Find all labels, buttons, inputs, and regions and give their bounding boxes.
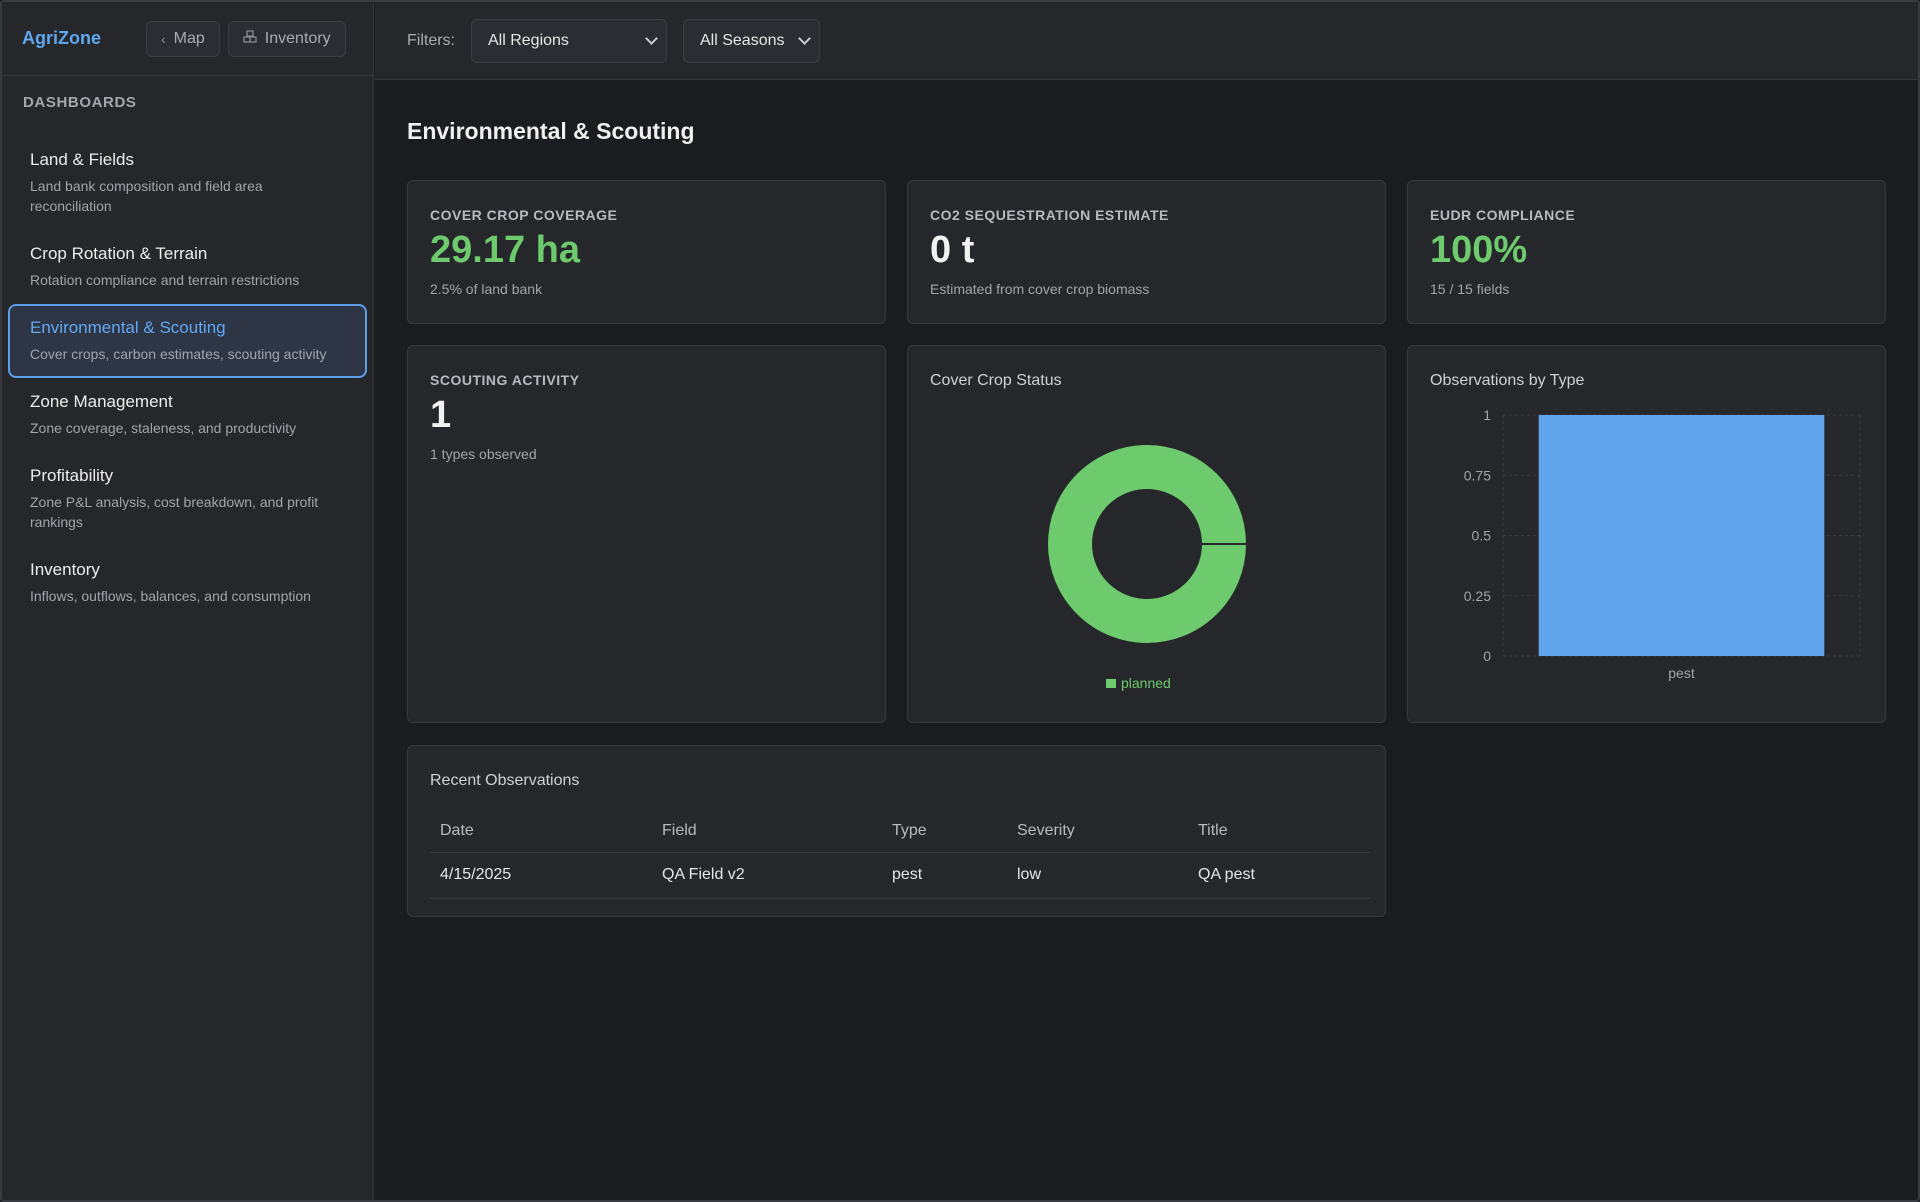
y-tick-label: 0 bbox=[1483, 648, 1491, 664]
chevron-left-icon: ‹ bbox=[161, 30, 166, 47]
y-tick-label: 0.75 bbox=[1464, 467, 1491, 483]
sidebar-item-desc: Inflows, outflows, balances, and consump… bbox=[30, 588, 311, 604]
sidebar-item-desc: Land bank composition and field area rec… bbox=[30, 178, 263, 214]
cell-field: QA Field v2 bbox=[652, 852, 882, 899]
bar-pest[interactable] bbox=[1538, 415, 1825, 656]
stat-value: 0 t bbox=[930, 229, 975, 271]
boxes-icon-svg bbox=[243, 30, 257, 43]
bar-bars bbox=[1538, 415, 1825, 656]
chevron-down-icon bbox=[798, 31, 811, 45]
stat-card-cover-crop: COVER CROP COVERAGE 29.17 ha 2.5% of lan… bbox=[407, 180, 886, 324]
sidebar-item-desc: Cover crops, carbon estimates, scouting … bbox=[30, 346, 327, 362]
stat-card-eudr: EUDR COMPLIANCE 100% 15 / 15 fields bbox=[1407, 180, 1886, 324]
sidebar-item-profitability[interactable]: Profitability Zone P&L analysis, cost br… bbox=[8, 452, 367, 546]
donut-slice-planned[interactable] bbox=[1048, 445, 1246, 643]
cell-severity: low bbox=[1007, 852, 1188, 899]
legend-swatch-planned bbox=[1106, 679, 1116, 688]
sidebar-item-land-fields[interactable]: Land & Fields Land bank composition and … bbox=[8, 136, 367, 230]
stat-label: CO2 SEQUESTRATION ESTIMATE bbox=[930, 207, 1169, 223]
donut-slices bbox=[1048, 445, 1246, 643]
stat-subtext: 1 types observed bbox=[430, 446, 537, 462]
app-window: AgriZone ‹ Map Inventory DASHBOARDS Land bbox=[0, 0, 1920, 1202]
map-button-label: Map bbox=[173, 29, 205, 47]
sidebar-item-inventory[interactable]: Inventory Inflows, outflows, balances, a… bbox=[8, 546, 367, 620]
filters-label: Filters: bbox=[407, 31, 455, 49]
table-header-row: Date Field Type Severity Title bbox=[430, 810, 1370, 853]
stat-label: EUDR COMPLIANCE bbox=[1430, 207, 1576, 223]
table-title: Recent Observations bbox=[430, 772, 580, 789]
recent-observations-card: Recent Observations Date Field Type Seve… bbox=[407, 745, 1386, 917]
stat-subtext: Estimated from cover crop biomass bbox=[930, 281, 1150, 297]
table-row[interactable]: 4/15/2025 QA Field v2 pest low QA pest bbox=[430, 852, 1370, 899]
region-select-value: All Regions bbox=[488, 31, 569, 49]
boxes-icon bbox=[243, 30, 257, 47]
sidebar-item-title: Inventory bbox=[30, 560, 100, 579]
cell-date: 4/15/2025 bbox=[430, 852, 652, 899]
y-tick-label: 0.25 bbox=[1464, 588, 1491, 604]
stat-value: 29.17 ha bbox=[430, 229, 580, 271]
chevron-down-icon bbox=[645, 31, 658, 45]
bar-ticks: 0 0.25 0.5 0.75 1 bbox=[1464, 407, 1491, 664]
stat-value: 1 bbox=[430, 394, 452, 436]
y-tick-label: 1 bbox=[1483, 407, 1491, 423]
sidebar-item-zone-management[interactable]: Zone Management Zone coverage, staleness… bbox=[8, 378, 367, 452]
bar-xlabels: pest bbox=[1668, 665, 1695, 681]
sidebar: AgriZone ‹ Map Inventory DASHBOARDS Land bbox=[2, 2, 374, 1200]
season-select[interactable]: All Seasons bbox=[683, 18, 820, 63]
observations-by-type-card: Observations by Type 0 0.25 0.5 0.75 1 pest bbox=[1407, 345, 1886, 723]
brand-logo[interactable]: AgriZone bbox=[22, 28, 146, 49]
season-select-value: All Seasons bbox=[700, 31, 785, 49]
sidebar-item-title: Zone Management bbox=[30, 392, 173, 411]
sidebar-section-title: DASHBOARDS bbox=[23, 94, 137, 111]
column-header-type[interactable]: Type bbox=[882, 810, 1007, 853]
inventory-button-label: Inventory bbox=[264, 29, 331, 47]
observations-table: Date Field Type Severity Title 4/15/2025… bbox=[430, 810, 1370, 899]
sidebar-item-desc: Zone coverage, staleness, and productivi… bbox=[30, 420, 297, 436]
inventory-button[interactable]: Inventory bbox=[227, 20, 346, 57]
sidebar-item-desc: Zone P&L analysis, cost breakdown, and p… bbox=[30, 494, 319, 530]
legend-label-planned: planned bbox=[1121, 675, 1171, 691]
map-button[interactable]: ‹ Map bbox=[146, 20, 220, 57]
stat-card-co2: CO2 SEQUESTRATION ESTIMATE 0 t Estimated… bbox=[907, 180, 1386, 324]
stat-label: SCOUTING ACTIVITY bbox=[430, 372, 580, 388]
sidebar-item-environmental-scouting[interactable]: Environmental & Scouting Cover crops, ca… bbox=[8, 304, 367, 378]
sidebar-item-desc: Rotation compliance and terrain restrict… bbox=[30, 272, 300, 288]
y-tick-label: 0.5 bbox=[1472, 528, 1492, 544]
sidebar-item-title: Crop Rotation & Terrain bbox=[30, 244, 208, 263]
sidebar-item-crop-rotation[interactable]: Crop Rotation & Terrain Rotation complia… bbox=[8, 230, 367, 304]
sidebar-item-title: Land & Fields bbox=[30, 150, 134, 169]
filter-bar: Filters: All Regions All Seasons bbox=[375, 2, 1918, 80]
stat-card-scouting: SCOUTING ACTIVITY 1 1 types observed bbox=[407, 345, 886, 723]
column-header-title[interactable]: Title bbox=[1188, 810, 1370, 853]
page-title: Environmental & Scouting bbox=[407, 118, 695, 144]
bar-chart: 0 0.25 0.5 0.75 1 pest bbox=[1464, 407, 1861, 681]
stat-value: 100% bbox=[1430, 229, 1528, 271]
cell-title: QA pest bbox=[1188, 852, 1370, 899]
sidebar-item-title: Profitability bbox=[30, 466, 114, 485]
stat-subtext: 15 / 15 fields bbox=[1430, 281, 1510, 297]
stat-label: COVER CROP COVERAGE bbox=[430, 207, 618, 223]
sidebar-header: AgriZone ‹ Map Inventory bbox=[2, 2, 373, 76]
cover-crop-status-card: Cover Crop Status planned bbox=[907, 345, 1386, 723]
sidebar-nav: Land & Fields Land bank composition and … bbox=[2, 136, 373, 620]
region-select[interactable]: All Regions bbox=[471, 18, 667, 63]
stat-subtext: 2.5% of land bank bbox=[430, 281, 543, 297]
sidebar-item-title: Environmental & Scouting bbox=[30, 318, 226, 337]
column-header-date[interactable]: Date bbox=[430, 810, 652, 853]
donut-chart: planned bbox=[1048, 445, 1246, 691]
cell-type: pest bbox=[882, 852, 1007, 899]
x-tick-label: pest bbox=[1668, 665, 1695, 681]
column-header-field[interactable]: Field bbox=[652, 810, 882, 853]
column-header-severity[interactable]: Severity bbox=[1007, 810, 1188, 853]
